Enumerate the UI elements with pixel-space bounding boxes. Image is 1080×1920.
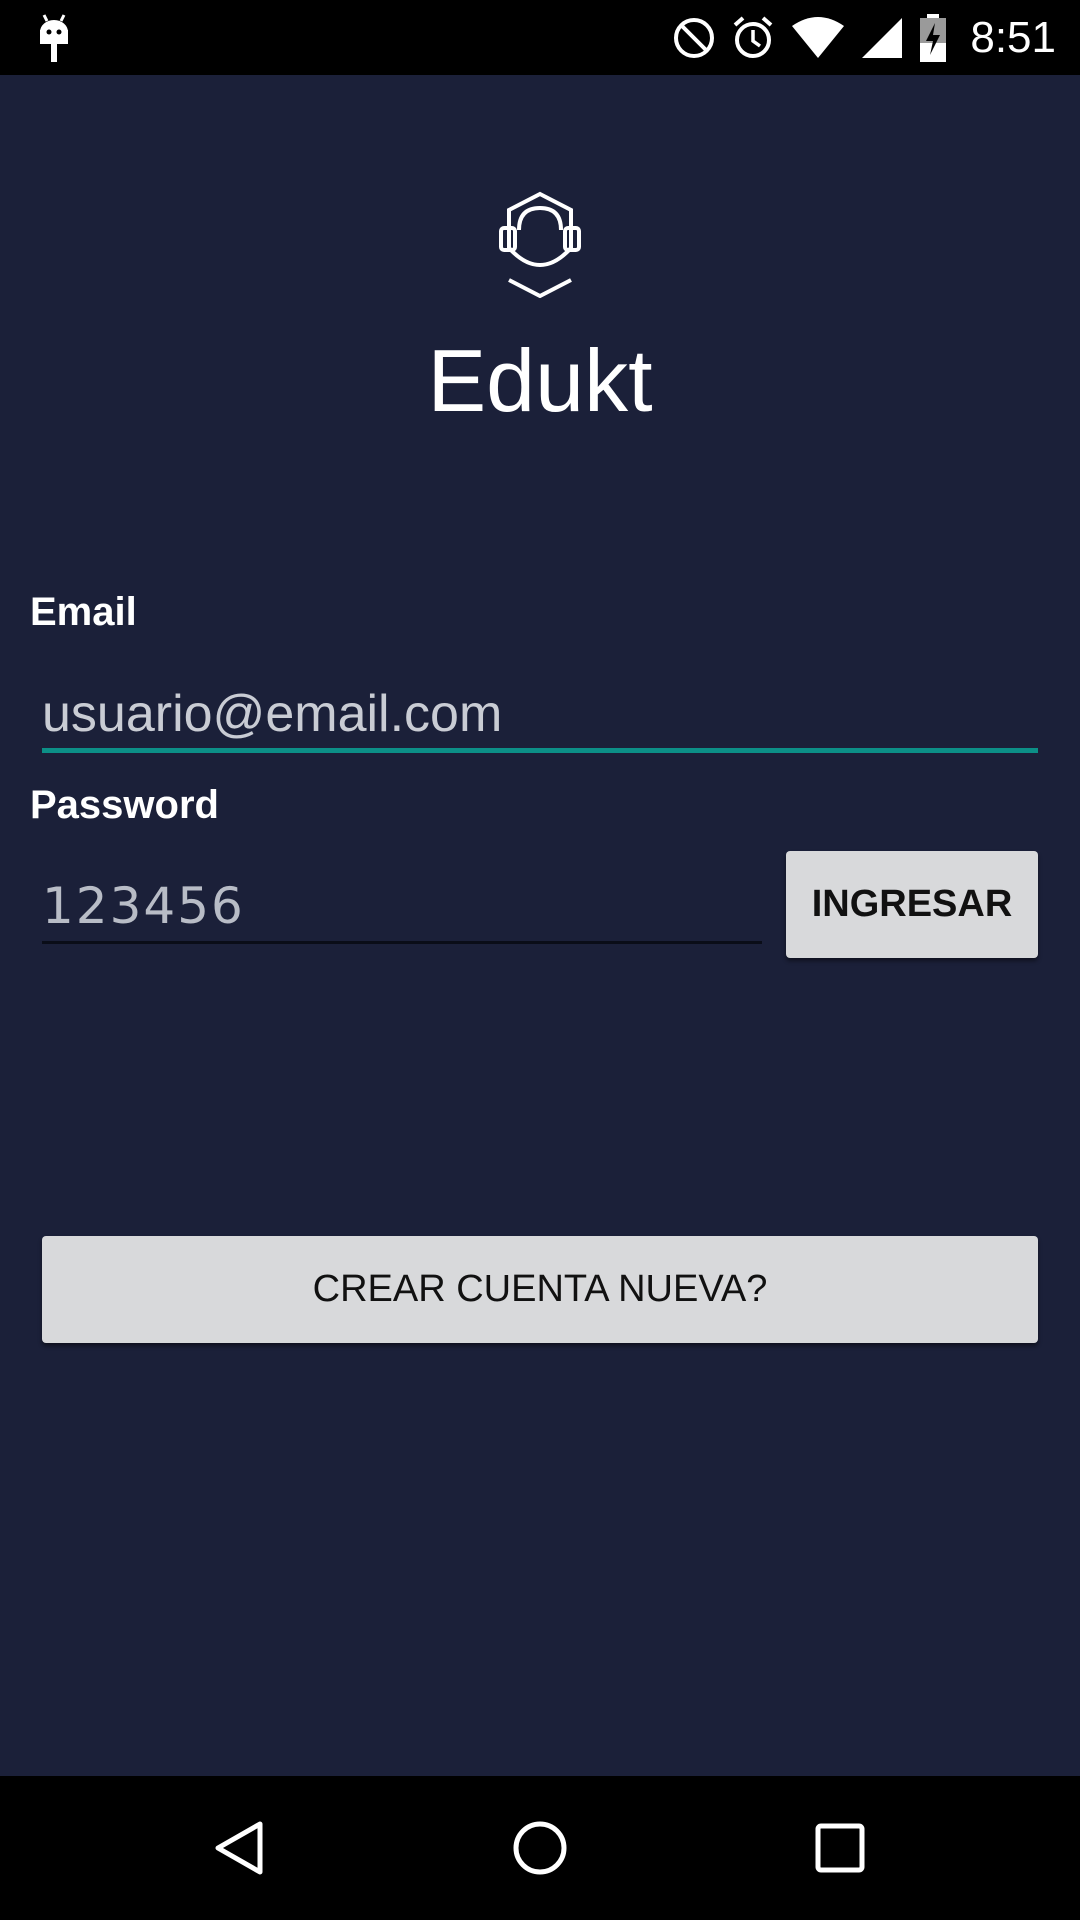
email-field[interactable] (42, 678, 1038, 750)
email-field-underline (42, 748, 1038, 753)
alarm-icon (734, 15, 773, 58)
create-account-button[interactable]: CREAR CUENTA NUEVA? (42, 1236, 1038, 1343)
android-debug-icon (40, 14, 68, 62)
app-title: Edukt (427, 331, 653, 430)
clock: 8:51 (970, 12, 1056, 62)
password-field-underline (42, 941, 762, 944)
wifi-icon (792, 16, 845, 58)
login-screen: 8:51 Edukt Email Password INGRESAR CREAR… (0, 0, 1080, 1920)
password-field[interactable] (42, 870, 762, 942)
signal-icon (862, 17, 903, 58)
login-button[interactable]: INGRESAR (786, 851, 1038, 958)
navigation-bar (0, 1776, 1080, 1920)
home-icon[interactable] (508, 1816, 572, 1880)
email-label: Email (30, 590, 137, 634)
recents-icon[interactable] (808, 1816, 872, 1880)
back-icon[interactable] (208, 1816, 272, 1880)
password-label: Password (30, 783, 219, 827)
do-not-disturb-icon (674, 17, 715, 58)
headset-shield-icon (499, 191, 581, 298)
status-bar: 8:51 (0, 0, 1080, 75)
battery-charging-icon (920, 13, 947, 62)
